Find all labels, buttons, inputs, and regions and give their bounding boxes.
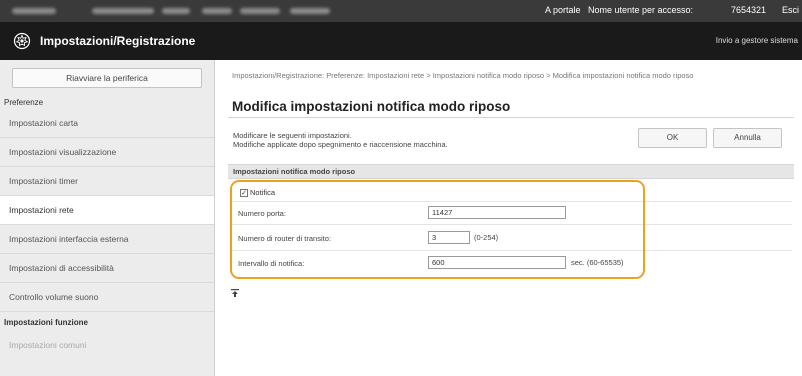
breadcrumb: Impostazioni/Registrazione: Preferenze: … bbox=[232, 71, 694, 80]
instruction-text: Modificare le seguenti impostazioni. bbox=[233, 131, 352, 140]
logout-link[interactable]: Esci bbox=[782, 5, 799, 15]
blurred-text bbox=[12, 8, 56, 14]
blurred-text bbox=[240, 8, 280, 14]
sidebar-item-external-interface-settings[interactable]: Impostazioni interfaccia esterna bbox=[0, 225, 214, 254]
username-value: 7654321 bbox=[731, 5, 767, 15]
page-title: Modifica impostazioni notifica modo ripo… bbox=[232, 99, 511, 114]
top-status-bar: A portale Nome utente per accesso: 76543… bbox=[0, 0, 802, 22]
blurred-text bbox=[92, 8, 154, 14]
cancel-button[interactable]: Annulla bbox=[713, 128, 782, 148]
sidebar-item-timer-settings[interactable]: Impostazioni timer bbox=[0, 167, 214, 196]
restart-notice-text: Modifiche applicate dopo spegnimento e r… bbox=[233, 140, 448, 149]
sidebar-item-volume-control[interactable]: Controllo volume suono bbox=[0, 283, 214, 312]
app-title: Impostazioni/Registrazione bbox=[40, 34, 196, 48]
restart-device-button[interactable]: Riavviare la periferica bbox=[12, 68, 202, 88]
ok-button[interactable]: OK bbox=[638, 128, 707, 148]
sidebar-item-network-settings[interactable]: Impostazioni rete bbox=[0, 196, 214, 225]
collapse-top-icon[interactable] bbox=[231, 289, 239, 297]
blurred-text bbox=[202, 8, 232, 14]
blurred-text bbox=[290, 8, 330, 14]
username-label: Nome utente per accesso: bbox=[588, 5, 694, 15]
sidebar-section-preferences: Preferenze bbox=[4, 98, 44, 107]
title-divider bbox=[228, 117, 794, 118]
send-to-admin-link[interactable]: Invio a gestore sistema bbox=[716, 36, 798, 45]
sidebar-section-function-settings: Impostazioni funzione bbox=[4, 318, 88, 327]
portal-link[interactable]: A portale bbox=[545, 5, 581, 15]
sidebar-item-paper-settings[interactable]: Impostazioni carta bbox=[0, 109, 214, 138]
highlight-frame bbox=[230, 180, 645, 279]
blurred-text bbox=[162, 8, 190, 14]
panel-title: Impostazioni notifica modo riposo bbox=[228, 164, 794, 179]
sidebar: Riavviare la periferica Preferenze Impos… bbox=[0, 60, 215, 376]
sidebar-item-accessibility-settings[interactable]: Impostazioni di accessibilità bbox=[0, 254, 214, 283]
sidebar-fade bbox=[0, 350, 214, 376]
sidebar-item-display-settings[interactable]: Impostazioni visualizzazione bbox=[0, 138, 214, 167]
title-bar: Impostazioni/Registrazione Invio a gesto… bbox=[0, 22, 802, 60]
gear-icon bbox=[13, 32, 31, 50]
